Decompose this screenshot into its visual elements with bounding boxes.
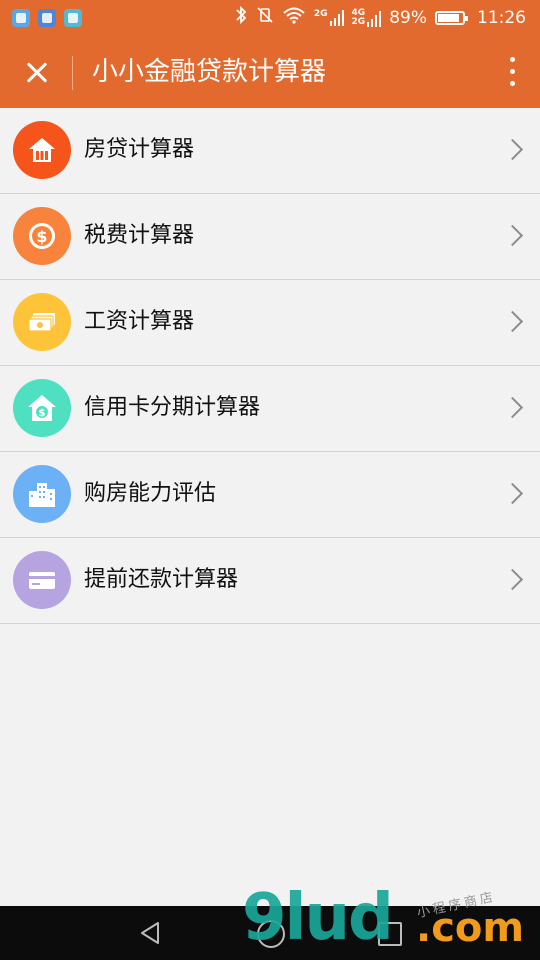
list-item-affordability-assessment[interactable]: 购房能力评估 xyxy=(0,452,540,538)
network-signal-1: 2G xyxy=(314,10,344,26)
card-icon xyxy=(13,551,71,609)
signal-icon xyxy=(367,11,382,27)
home-icon[interactable] xyxy=(257,920,285,948)
message-icon xyxy=(64,9,82,27)
chevron-right-icon xyxy=(501,224,524,247)
telegram-icon xyxy=(12,9,30,27)
svg-text:$: $ xyxy=(36,227,47,246)
close-icon[interactable] xyxy=(16,50,58,94)
cash-icon xyxy=(13,293,71,351)
chevron-right-icon xyxy=(501,482,524,505)
navigation-bar xyxy=(0,906,540,960)
house-icon xyxy=(13,121,71,179)
list-item-label: 提前还款计算器 xyxy=(84,567,239,592)
page-title: 小小金融贷款计算器 xyxy=(92,57,327,87)
list-item-tax-calculator[interactable]: $ 税费计算器 xyxy=(0,194,540,280)
list-item-label: 税费计算器 xyxy=(84,223,195,248)
list-item-credit-card-installment[interactable]: $ 信用卡分期计算器 xyxy=(0,366,540,452)
system-icons: 2G 4G 2G 89% 11:26 xyxy=(234,5,526,30)
clock: 11:26 xyxy=(477,8,526,28)
network-type-label: 2G xyxy=(313,9,328,19)
list-item-label: 工资计算器 xyxy=(84,309,195,334)
status-bar: 2G 4G 2G 89% 11:26 xyxy=(0,0,540,36)
back-icon[interactable] xyxy=(138,921,162,945)
battery-level xyxy=(438,14,460,22)
network-signal-2: 4G 2G xyxy=(352,9,382,27)
svg-text:$: $ xyxy=(39,408,46,419)
calculator-list: 房贷计算器 $ 税费计算器 工资计算器 $ 信用卡分期计算器 购房能力评估 提前… xyxy=(0,108,540,624)
wifi-icon xyxy=(282,6,306,30)
list-item-prepayment-calculator[interactable]: 提前还款计算器 xyxy=(0,538,540,624)
chevron-right-icon xyxy=(501,138,524,161)
network-type-label: 2G xyxy=(351,17,366,27)
chevron-right-icon xyxy=(501,396,524,419)
chevron-right-icon xyxy=(501,310,524,333)
header-divider xyxy=(72,56,73,90)
house-dollar-icon: $ xyxy=(13,379,71,437)
gallery-icon xyxy=(38,9,56,27)
notification-icons xyxy=(12,9,82,27)
list-item-mortgage-calculator[interactable]: 房贷计算器 xyxy=(0,108,540,194)
buildings-icon xyxy=(13,465,71,523)
vibrate-off-icon xyxy=(256,6,274,30)
bluetooth-icon xyxy=(234,5,248,30)
app-header: 小小金融贷款计算器 xyxy=(0,36,540,108)
coin-icon: $ xyxy=(13,207,71,265)
list-item-label: 房贷计算器 xyxy=(84,137,195,162)
signal-icon xyxy=(329,10,344,26)
battery-percent: 89% xyxy=(389,8,427,28)
chevron-right-icon xyxy=(501,568,524,591)
list-item-salary-calculator[interactable]: 工资计算器 xyxy=(0,280,540,366)
more-vertical-icon[interactable] xyxy=(506,54,518,90)
list-item-label: 购房能力评估 xyxy=(84,481,217,506)
recent-apps-icon[interactable] xyxy=(378,922,402,946)
list-item-label: 信用卡分期计算器 xyxy=(84,395,261,420)
battery-icon xyxy=(435,11,468,25)
